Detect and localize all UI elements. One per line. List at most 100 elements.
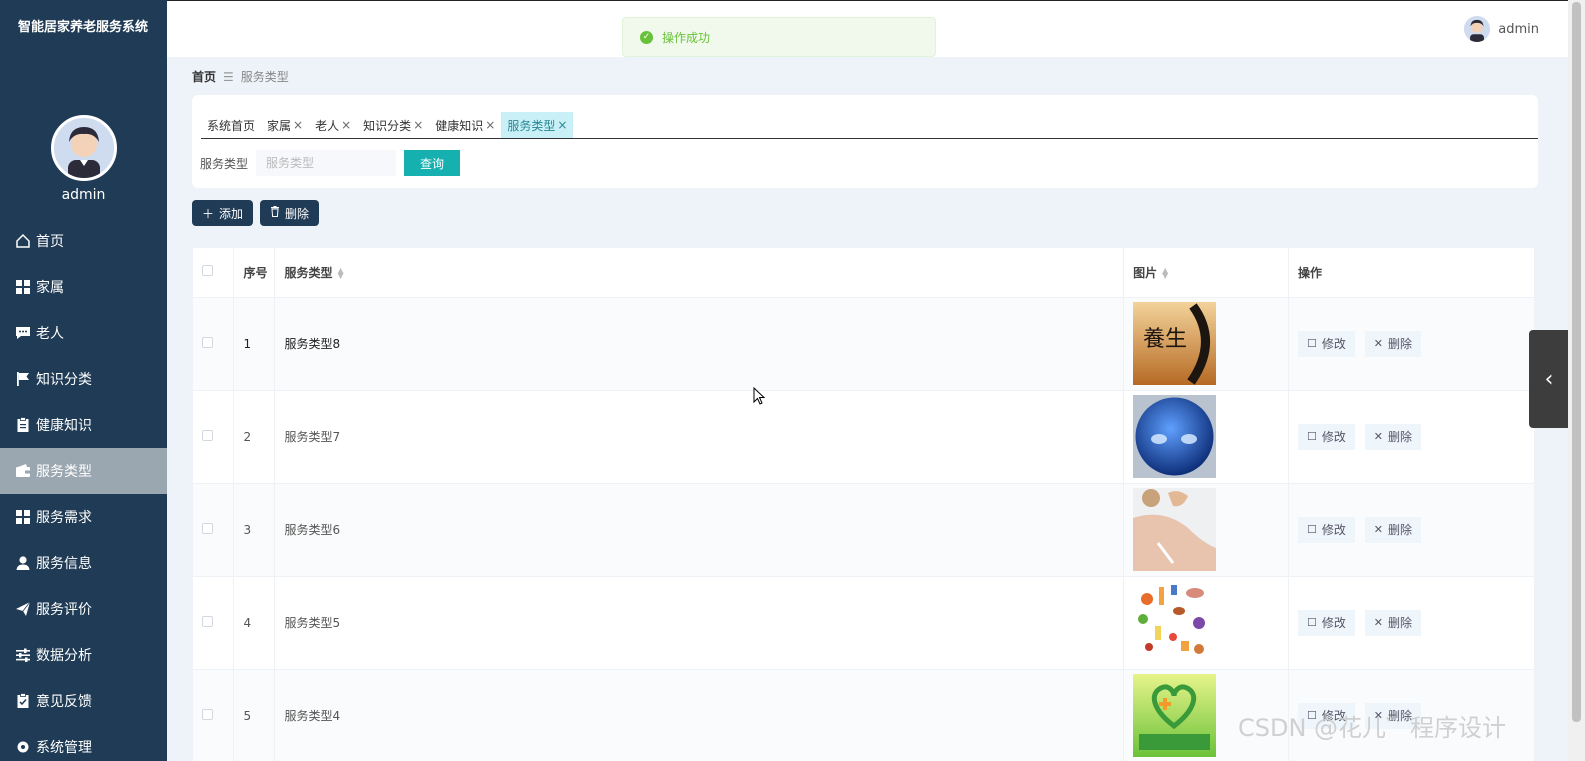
delete-button[interactable]: ✕ 删除	[1364, 609, 1421, 636]
sidebar-item-service-review[interactable]: 服务评价	[0, 586, 167, 632]
sidebar-menu: 首页 家属 老人 知识分类 健康知识 服务类型 服务需求 服务信息 服务评价 数…	[0, 218, 167, 761]
delete-button[interactable]: ✕ 删除	[1364, 330, 1421, 357]
sidebar-item-family[interactable]: 家属	[0, 264, 167, 310]
edit-button[interactable]: ☐ 修改	[1298, 330, 1355, 357]
tab-label: 老人	[315, 118, 340, 133]
user-menu[interactable]: admin	[1464, 16, 1539, 42]
sidebar-item-home[interactable]: 首页	[0, 218, 167, 264]
row-checkbox[interactable]	[202, 522, 213, 534]
row-index: 5	[233, 669, 276, 761]
sort-icon[interactable]: ▲ ▼	[337, 267, 343, 280]
sidebar-item-label: 家属	[36, 280, 64, 296]
row-ops-cell: ☐ 修改 ✕ 删除	[1288, 483, 1535, 577]
tab-elderly[interactable]: 老人 ×	[309, 112, 357, 138]
scrollbar[interactable]	[1568, 0, 1585, 761]
row-select-cell	[193, 669, 235, 761]
row-checkbox[interactable]	[202, 708, 213, 720]
delete-label: 删除	[285, 206, 310, 221]
tab-system-home[interactable]: 系统首页	[201, 112, 261, 138]
select-all-checkbox[interactable]	[202, 265, 213, 277]
edit-label: 修改	[1321, 337, 1346, 351]
drawer-toggle[interactable]: ‹	[1529, 330, 1569, 428]
scrollbar-thumb[interactable]	[1572, 2, 1581, 722]
sidebar-item-label: 老人	[36, 326, 64, 342]
delete-label: 删除	[1387, 430, 1412, 444]
edit-button[interactable]: ☐ 修改	[1298, 423, 1355, 450]
search-button[interactable]: 查询	[404, 150, 461, 176]
profile: admin	[0, 115, 167, 203]
row-index: 4	[233, 576, 276, 670]
tab-health-knowledge[interactable]: 健康知识 ×	[429, 112, 501, 138]
breadcrumb-home[interactable]: 首页	[192, 68, 216, 85]
table-row: 2 服务类型7 ☐ 修改 ✕ 删除	[193, 390, 1535, 484]
close-icon[interactable]: ×	[557, 118, 567, 132]
sliders-icon	[14, 646, 32, 664]
row-ops-cell: ☐ 修改 ✕ 删除	[1288, 297, 1535, 391]
food-illustration-image[interactable]	[1133, 581, 1217, 664]
sidebar-item-health-knowledge[interactable]: 健康知识	[0, 402, 167, 448]
batch-delete-button[interactable]: 删除	[260, 200, 320, 226]
tab-family[interactable]: 家属 ×	[261, 112, 309, 138]
row-index: 2	[233, 390, 276, 484]
delete-button[interactable]: ✕ 删除	[1364, 423, 1421, 450]
delete-button[interactable]: ✕ 删除	[1364, 516, 1421, 543]
grid-icon	[14, 508, 32, 526]
sort-icon[interactable]: ▲ ▼	[1162, 267, 1168, 280]
yangsheng-calligraphy-image[interactable]: 養生	[1133, 302, 1217, 385]
tab-label: 服务类型	[507, 118, 556, 133]
edit-icon: ☐	[1307, 523, 1317, 536]
home-icon	[14, 232, 32, 250]
row-ops-cell: ☐ 修改 ✕ 删除	[1288, 390, 1535, 484]
table-row: 4 服务类型5 ☐ 修改 ✕ 删除	[193, 576, 1535, 670]
edit-button[interactable]: ☐ 修改	[1298, 609, 1355, 636]
sidebar-item-label: 首页	[36, 234, 64, 250]
close-icon[interactable]: ×	[413, 118, 423, 132]
edit-button[interactable]: ☐ 修改	[1298, 516, 1355, 543]
row-image-cell	[1123, 576, 1290, 670]
sidebar-item-service-type[interactable]: 服务类型	[0, 448, 167, 494]
shoulder-massage-image[interactable]	[1133, 488, 1217, 571]
user-icon	[14, 554, 32, 572]
sidebar-item-label: 知识分类	[36, 372, 92, 388]
sidebar-item-service-info[interactable]: 服务信息	[0, 540, 167, 586]
close-icon[interactable]: ×	[485, 118, 495, 132]
sidebar-item-knowledge-category[interactable]: 知识分类	[0, 356, 167, 402]
row-name: 服务类型7	[274, 390, 1125, 484]
toolbar: ＋ 添加 删除	[192, 200, 326, 226]
breadcrumb-current: 服务类型	[240, 70, 289, 84]
sidebar-item-feedback[interactable]: 意见反馈	[0, 678, 167, 724]
row-image-cell	[1123, 390, 1290, 484]
search-row: 服务类型 查询	[200, 150, 461, 176]
row-image-cell: 養生	[1123, 297, 1290, 391]
app-title: 智能居家养老服务系统	[18, 20, 149, 35]
sidebar-item-label: 服务类型	[36, 464, 92, 480]
search-card: 系统首页 家属× 老人× 知识分类× 健康知识× 服务类型× 服务类型 查询	[192, 95, 1538, 188]
chevron-left-icon: ‹	[1544, 366, 1554, 392]
add-button[interactable]: ＋ 添加	[192, 200, 254, 226]
row-checkbox[interactable]	[202, 336, 213, 348]
search-input[interactable]	[256, 150, 397, 176]
sidebar-item-data-analysis[interactable]: 数据分析	[0, 632, 167, 678]
edit-label: 修改	[1321, 523, 1346, 537]
delete-label: 删除	[1387, 337, 1412, 351]
tab-service-type[interactable]: 服务类型 ×	[501, 112, 574, 138]
table-header-row: 序号 服务类型 ▲ ▼ 图片 ▲ ▼ 操作	[193, 248, 1535, 298]
sidebar-item-elderly[interactable]: 老人	[0, 310, 167, 356]
header-label: 图片	[1133, 265, 1158, 280]
sidebar-item-system[interactable]: 系统管理	[0, 724, 167, 761]
header-ops: 操作	[1288, 248, 1535, 298]
close-icon[interactable]: ×	[293, 118, 303, 132]
table-row: 3 服务类型6 ☐ 修改 ✕ 删除	[193, 483, 1535, 577]
row-checkbox[interactable]	[202, 615, 213, 627]
close-icon[interactable]: ×	[341, 118, 351, 132]
header-image[interactable]: 图片 ▲ ▼	[1123, 248, 1290, 298]
avatar[interactable]	[50, 115, 117, 181]
toast-message: 操作成功	[662, 30, 711, 45]
health-assistant-logo-image[interactable]	[1133, 674, 1217, 757]
tab-knowledge-category[interactable]: 知识分类 ×	[357, 112, 429, 138]
blue-ball-image[interactable]	[1133, 395, 1217, 478]
sidebar-item-service-demand[interactable]: 服务需求	[0, 494, 167, 540]
header-service-type[interactable]: 服务类型 ▲ ▼	[274, 248, 1125, 298]
row-checkbox[interactable]	[202, 429, 213, 441]
table-row: 1 服务类型8 養生 ☐ 修改 ✕ 删除	[193, 297, 1535, 391]
